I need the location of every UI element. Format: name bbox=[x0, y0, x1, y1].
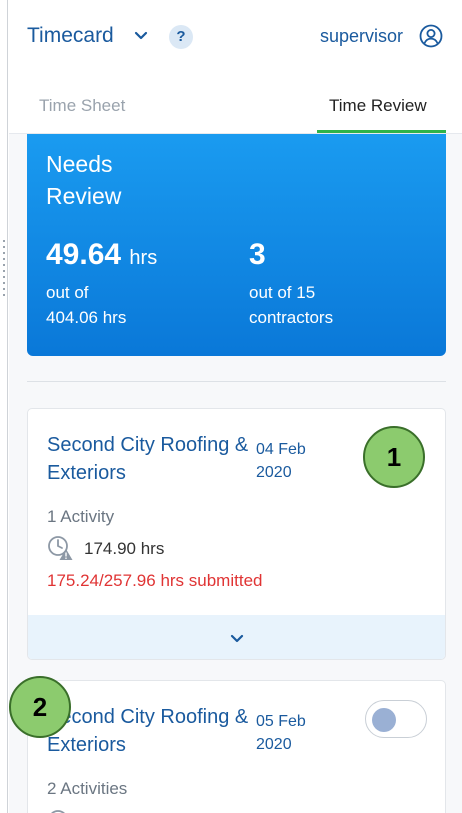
section-divider bbox=[27, 381, 446, 382]
help-icon[interactable]: ? bbox=[169, 25, 193, 49]
user-avatar-icon[interactable] bbox=[419, 24, 443, 48]
app-title[interactable]: Timecard bbox=[27, 24, 114, 48]
hours-sub-line2: 404.06 hrs bbox=[46, 308, 127, 327]
clock-warning-icon bbox=[48, 536, 73, 560]
contractors-sub-line1: out of 15 bbox=[249, 283, 316, 302]
annotation-marker-2: 2 bbox=[9, 676, 71, 738]
card-date: 04 Feb 2020 bbox=[256, 438, 326, 484]
tab-time-sheet[interactable]: Time Sheet bbox=[39, 96, 125, 116]
contractors-subtext: out of 15 contractors bbox=[249, 280, 333, 330]
annotation-marker-1: 1 bbox=[363, 426, 425, 488]
hours-subtext: out of 404.06 hrs bbox=[46, 280, 126, 330]
activity-count: 2 Activities bbox=[47, 779, 128, 798]
date-day-month: 05 Feb bbox=[256, 713, 306, 730]
expand-card-button[interactable] bbox=[28, 615, 445, 659]
hours-value: 49.64 bbox=[46, 238, 122, 271]
tab-bar: Time Sheet Time Review bbox=[9, 76, 462, 134]
chevron-down-icon[interactable] bbox=[229, 631, 245, 647]
needs-review-summary: Needs Review 49.64 hrs out of 404.06 hrs… bbox=[27, 134, 446, 356]
date-year: 2020 bbox=[256, 736, 292, 753]
summary-title: Needs Review bbox=[46, 151, 122, 209]
card-date: 05 Feb 2020 bbox=[256, 710, 326, 756]
top-bar: Timecard ? supervisor bbox=[9, 0, 462, 76]
toggle-knob bbox=[372, 708, 396, 732]
contractors-value: 3 bbox=[249, 238, 266, 271]
date-day-month: 04 Feb bbox=[256, 441, 306, 458]
hours-stat: 49.64 hrs bbox=[46, 238, 157, 272]
submitted-hours-status: 175.24/257.96 hrs submitted bbox=[47, 571, 263, 590]
logged-hours: 174.90 hrs bbox=[84, 539, 165, 558]
chevron-down-icon[interactable] bbox=[133, 28, 149, 44]
company-name[interactable]: Second City Roofing & Exteriors bbox=[47, 431, 252, 487]
timesheet-card[interactable]: Second City Roofing & Exteriors 05 Feb 2… bbox=[27, 680, 446, 813]
user-role-label[interactable]: supervisor bbox=[320, 26, 403, 47]
tab-time-review[interactable]: Time Review bbox=[329, 96, 427, 116]
window-left-edge bbox=[0, 0, 8, 813]
contractors-sub-line2: contractors bbox=[249, 308, 334, 327]
timecard-app: Timecard ? supervisor Time Sheet Time Re… bbox=[9, 0, 462, 813]
hours-sub-line1: out of bbox=[46, 283, 89, 302]
date-year: 2020 bbox=[256, 464, 292, 481]
company-name[interactable]: Second City Roofing & Exteriors bbox=[47, 703, 252, 759]
clock-icon bbox=[51, 810, 65, 813]
approve-toggle[interactable] bbox=[365, 700, 427, 738]
active-tab-indicator bbox=[317, 130, 446, 133]
activity-count: 1 Activity bbox=[47, 507, 115, 526]
hours-unit: hrs bbox=[129, 247, 158, 269]
edge-ruler bbox=[3, 240, 5, 300]
